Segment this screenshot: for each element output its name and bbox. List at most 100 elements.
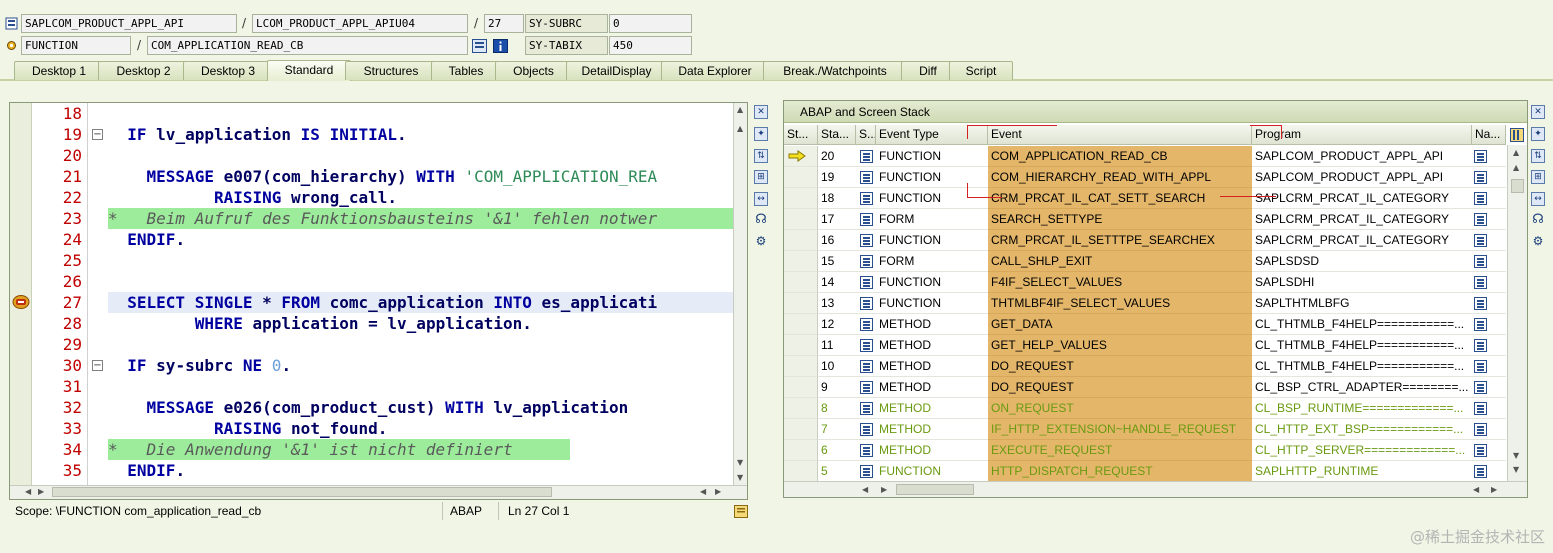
tab-tables[interactable]: Tables [431, 61, 501, 80]
source-code-icon[interactable] [860, 255, 873, 268]
row-selector[interactable] [784, 356, 818, 377]
display-details-icon[interactable] [1474, 402, 1487, 415]
scroll-down-icon[interactable]: ▼ [737, 473, 743, 483]
display-details-icon[interactable] [1474, 318, 1487, 331]
source-code-icon[interactable] [860, 213, 873, 226]
stack-row[interactable]: 12 METHOD GET_DATA CL_THTMLB_F4HELP========… [784, 314, 1506, 335]
scroll-left-icon[interactable]: ◀ [700, 487, 706, 497]
status-notes-icon[interactable] [734, 505, 748, 518]
display-details-icon[interactable] [1474, 381, 1487, 394]
fold-toggle[interactable]: − [92, 360, 103, 371]
source-code-icon[interactable] [860, 402, 873, 415]
info-icon[interactable] [493, 39, 508, 53]
row-selector[interactable] [784, 188, 818, 209]
tab-data-explorer[interactable]: Data Explorer [661, 61, 769, 80]
scroll-up-icon[interactable]: ▲ [1513, 163, 1519, 173]
stack-row[interactable]: 11 METHOD GET_HELP_VALUES CL_THTMLB_F4HELP=… [784, 335, 1506, 356]
row-selector[interactable] [784, 230, 818, 251]
subrc-value[interactable]: 0 [609, 14, 692, 33]
stack-row[interactable]: 5 FUNCTION HTTP_DISPATCH_REQUEST SAPLHTTP_R… [784, 461, 1506, 482]
scroll-up-icon[interactable]: ▲ [737, 124, 743, 134]
program-field[interactable]: SAPLCOM_PRODUCT_APPL_API [21, 14, 237, 33]
stack-row[interactable]: 18 FUNCTION CRM_PRCAT_IL_CAT_SETT_SEARCH SA… [784, 188, 1506, 209]
tab-structures[interactable]: Structures [345, 61, 437, 80]
close-icon[interactable]: ✕ [1531, 105, 1545, 119]
stack-row[interactable]: 7 METHOD IF_HTTP_EXTENSION~HANDLE_REQUEST C… [784, 419, 1506, 440]
row-selector[interactable] [784, 314, 818, 335]
swap-tool-icon[interactable]: ⇅ [754, 149, 768, 163]
stack-row[interactable]: 9 METHOD DO_REQUEST CL_BSP_CTRL_ADAPTER====… [784, 377, 1506, 398]
column-header-s[interactable]: S... [856, 125, 876, 145]
scroll-left-icon[interactable]: ◀ [862, 485, 868, 495]
breakpoint-gutter[interactable] [10, 103, 32, 486]
column-header-stack-level[interactable]: Sta... [818, 125, 856, 145]
scroll-thumb[interactable] [52, 487, 552, 497]
column-header-program[interactable]: Program [1252, 125, 1472, 145]
column-header-event-type[interactable]: Event Type [876, 125, 988, 145]
source-code-icon[interactable] [860, 465, 873, 478]
source-code-icon[interactable] [860, 381, 873, 394]
event-type-field[interactable]: FUNCTION [21, 36, 131, 55]
display-details-icon[interactable] [1474, 213, 1487, 226]
scroll-left-icon[interactable]: ◀ [1473, 485, 1479, 495]
event-field[interactable]: COM_APPLICATION_READ_CB [147, 36, 468, 55]
services-icon[interactable]: ☊ [754, 213, 768, 228]
row-selector[interactable] [784, 272, 818, 293]
source-editor[interactable]: 18 19 20 21 22 23 24 25 26 27 28 29 30 31 32 33 34 35 − −… [9, 102, 748, 500]
source-code-icon[interactable] [860, 192, 873, 205]
scroll-right-icon[interactable]: ▶ [715, 487, 721, 497]
tab-script[interactable]: Script [949, 61, 1013, 80]
close-icon[interactable]: ✕ [754, 105, 768, 119]
scroll-up-icon[interactable]: ▲ [737, 105, 743, 115]
stack-row[interactable]: 19 FUNCTION COM_HIERARCHY_READ_WITH_APPL SA… [784, 167, 1506, 188]
stack-row[interactable]: 15 FORM CALL_SHLP_EXIT SAPLSDSD [784, 251, 1506, 272]
tab-breakpoints[interactable]: Break./Watchpoints [763, 61, 907, 80]
stack-row[interactable]: 10 METHOD DO_REQUEST CL_THTMLB_F4HELP======… [784, 356, 1506, 377]
line-field[interactable]: 27 [484, 14, 524, 33]
display-details-icon[interactable] [1474, 465, 1487, 478]
scroll-up-icon[interactable]: ▲ [1513, 148, 1519, 158]
source-code-icon[interactable] [860, 171, 873, 184]
stack-row[interactable]: 17 FORM SEARCH_SETTYPE SAPLCRM_PRCAT_IL_CAT… [784, 209, 1506, 230]
column-header-event[interactable]: Event [988, 125, 1252, 145]
row-selector[interactable] [784, 335, 818, 356]
tab-desktop-3[interactable]: Desktop 3 [183, 61, 273, 80]
source-code-icon[interactable] [860, 297, 873, 310]
scroll-right-icon[interactable]: ▶ [1491, 485, 1497, 495]
row-selector[interactable] [784, 377, 818, 398]
scroll-right-icon[interactable]: ▶ [38, 487, 44, 497]
row-selector[interactable] [784, 440, 818, 461]
editor-horizontal-scrollbar[interactable]: ◀ ▶ ◀ ▶ [10, 485, 747, 499]
maximize-icon[interactable]: ⊞ [754, 170, 768, 184]
display-icon[interactable] [472, 39, 487, 53]
source-code-icon[interactable] [860, 423, 873, 436]
source-code-icon[interactable] [860, 318, 873, 331]
tab-diff[interactable]: Diff [901, 61, 955, 80]
stack-horizontal-scrollbar[interactable]: ◀ ▶ ◀ ▶ [784, 481, 1527, 497]
services-icon[interactable]: ☊ [1531, 213, 1545, 228]
row-selector[interactable] [784, 146, 818, 167]
scroll-down-icon[interactable]: ▼ [737, 458, 743, 468]
source-code-icon[interactable] [860, 444, 873, 457]
column-header-name[interactable]: Na... [1472, 125, 1506, 145]
scroll-down-icon[interactable]: ▼ [1513, 465, 1519, 475]
source-code-icon[interactable] [860, 339, 873, 352]
column-layout-icon[interactable] [1510, 128, 1524, 142]
display-details-icon[interactable] [1474, 444, 1487, 457]
editor-vertical-scrollbar[interactable]: ▲ ▲ ▼ ▼ [733, 103, 747, 486]
stack-row[interactable]: 16 FUNCTION CRM_PRCAT_IL_SETTTPE_SEARCHEX S… [784, 230, 1506, 251]
tab-desktop-2[interactable]: Desktop 2 [98, 61, 189, 80]
display-details-icon[interactable] [1474, 423, 1487, 436]
column-header-status[interactable]: St... [784, 125, 818, 145]
source-code-icon[interactable] [860, 234, 873, 247]
scroll-thumb[interactable] [896, 484, 974, 495]
tab-desktop-1[interactable]: Desktop 1 [14, 61, 104, 80]
display-details-icon[interactable] [1474, 171, 1487, 184]
source-code-icon[interactable] [860, 150, 873, 163]
tab-standard[interactable]: Standard [267, 60, 351, 81]
stack-row[interactable]: 14 FUNCTION F4IF_SELECT_VALUES SAPLSDHI [784, 272, 1506, 293]
stack-row[interactable]: 6 METHOD EXECUTE_REQUEST CL_HTTP_SERVER====… [784, 440, 1506, 461]
display-details-icon[interactable] [1474, 192, 1487, 205]
scroll-thumb[interactable] [1511, 179, 1524, 193]
row-selector[interactable] [784, 251, 818, 272]
